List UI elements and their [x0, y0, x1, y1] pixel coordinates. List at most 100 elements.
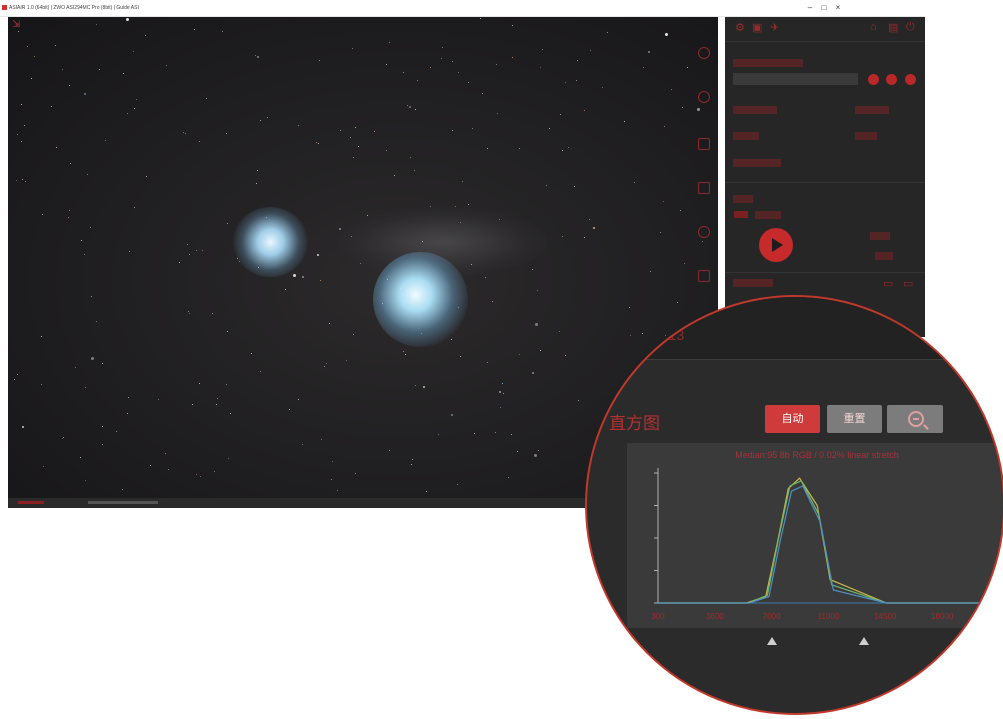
star — [41, 336, 43, 338]
star — [80, 457, 82, 459]
star — [337, 490, 339, 492]
device-select[interactable] — [733, 73, 858, 85]
star — [502, 383, 504, 385]
star — [516, 451, 518, 453]
star — [56, 147, 58, 149]
star — [592, 227, 595, 230]
star — [225, 383, 227, 385]
series-line — [658, 477, 999, 604]
star — [195, 250, 197, 252]
reset-button[interactable]: 重置 — [827, 405, 882, 433]
layout-icon[interactable]: ▤ — [888, 21, 898, 34]
zoom-out-icon[interactable] — [698, 91, 710, 103]
star — [68, 209, 70, 211]
telescope-icon[interactable]: ✈ — [770, 21, 779, 34]
star — [386, 150, 388, 152]
star — [607, 31, 609, 33]
black-point-marker[interactable] — [767, 637, 777, 645]
star — [457, 484, 458, 486]
zoom-in-icon[interactable] — [698, 47, 710, 59]
star — [227, 457, 229, 459]
connect-icon[interactable] — [868, 74, 879, 85]
zoom-out-button[interactable] — [887, 405, 943, 433]
chart-title: Median:95 8b RGB / 0.02% linear stretch — [735, 450, 899, 460]
star — [496, 63, 498, 65]
star — [196, 474, 198, 476]
save-path-label — [733, 279, 773, 287]
info-icon[interactable] — [905, 74, 916, 85]
collapse-arrow-icon[interactable]: ⇲ — [12, 19, 20, 30]
crop-icon[interactable] — [698, 182, 710, 194]
star — [126, 112, 128, 114]
star — [519, 147, 521, 149]
star — [202, 250, 204, 252]
star — [127, 412, 129, 414]
star — [213, 471, 215, 473]
star — [473, 432, 475, 434]
star — [393, 174, 395, 176]
settings-dot-icon[interactable] — [886, 74, 897, 85]
star — [50, 106, 52, 108]
star — [487, 362, 489, 364]
auto-stretch-button[interactable]: 自动 — [765, 405, 820, 433]
grid-icon[interactable] — [698, 138, 710, 150]
power-icon[interactable]: ⏻ — [906, 21, 915, 34]
star — [534, 454, 538, 458]
star — [686, 67, 688, 69]
star — [562, 150, 563, 152]
star — [21, 425, 24, 428]
star — [61, 69, 63, 71]
star — [266, 117, 268, 119]
y-ticks — [654, 472, 658, 604]
star — [452, 60, 454, 62]
star — [352, 157, 354, 159]
zoom-out-glyph-icon — [908, 411, 924, 427]
star — [83, 254, 85, 256]
close-button[interactable]: × — [831, 1, 845, 15]
histogram-magnifier: /513 直方图 自动 重置 Median:95 8b RGB / 0.02% … — [585, 295, 1003, 715]
star — [531, 372, 534, 375]
star — [346, 360, 348, 362]
star — [229, 413, 231, 415]
start-exposure-button[interactable] — [759, 228, 793, 262]
star — [583, 236, 585, 238]
magnified-divider — [587, 359, 1003, 360]
star — [583, 109, 585, 111]
minimize-button[interactable]: – — [803, 1, 817, 15]
maximize-button[interactable]: □ — [817, 1, 831, 15]
mode-tab[interactable] — [734, 211, 748, 218]
star — [198, 383, 200, 385]
star — [292, 274, 296, 278]
star — [415, 385, 417, 387]
star — [425, 490, 427, 492]
star — [30, 77, 32, 79]
star — [495, 431, 497, 433]
star — [468, 82, 470, 83]
star — [256, 170, 258, 172]
camera-icon[interactable]: ▣ — [752, 21, 762, 34]
open-folder-icon[interactable]: ▭ — [903, 277, 913, 290]
home-icon[interactable]: ⌂ — [870, 21, 877, 33]
star — [560, 114, 562, 116]
star — [20, 104, 22, 106]
x-tick-label: 3600 — [706, 612, 724, 621]
star — [409, 105, 412, 108]
star — [81, 240, 83, 242]
star — [546, 184, 548, 186]
star — [437, 434, 439, 435]
white-point-marker[interactable] — [859, 637, 869, 645]
star — [681, 107, 683, 109]
stack-icon[interactable] — [698, 270, 710, 282]
x-tick-label: 14500 — [874, 612, 897, 621]
target-icon[interactable] — [698, 226, 710, 238]
star — [484, 276, 486, 278]
star — [458, 71, 460, 73]
star — [316, 253, 319, 256]
star — [576, 59, 578, 61]
star — [216, 397, 218, 399]
star — [354, 473, 356, 475]
settings-icon[interactable]: ⚙ — [735, 21, 745, 34]
folder-icon[interactable]: ▭ — [883, 277, 893, 290]
histogram-title: 直方图 — [609, 414, 660, 433]
star — [188, 313, 190, 315]
